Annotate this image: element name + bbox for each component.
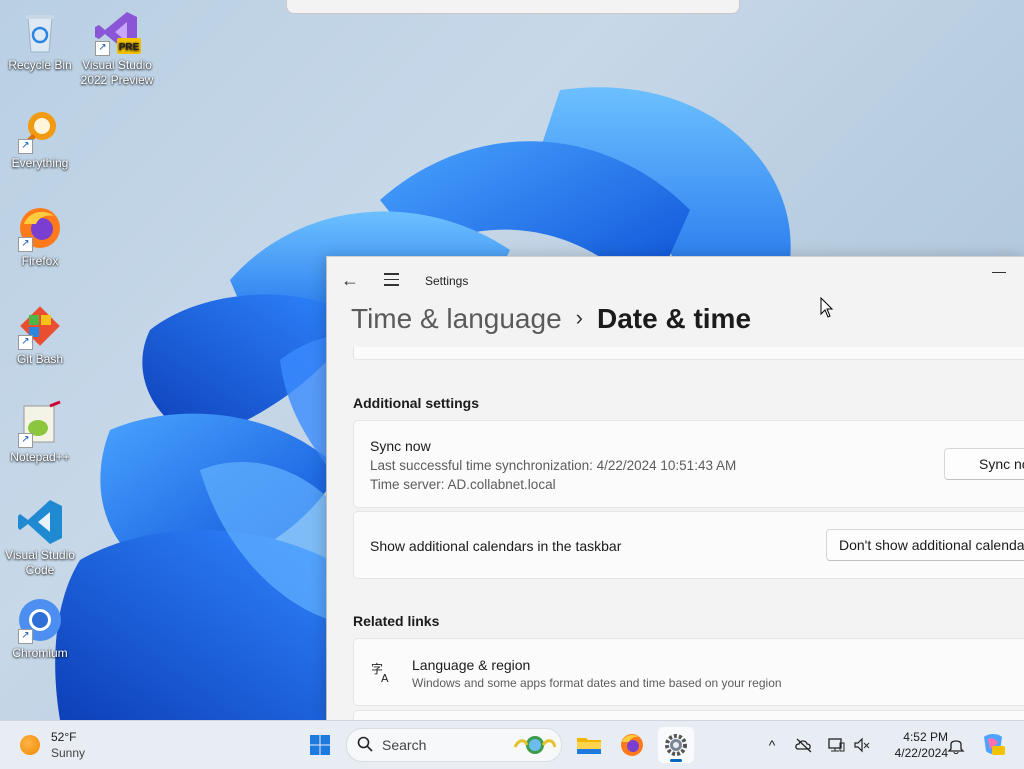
desktop-icon-visual-studio-preview[interactable]: PRE ↗ Visual Studio 2022 Preview <box>77 8 157 88</box>
desktop-icon-label: Everything <box>11 156 69 170</box>
desktop-icon-label: Git Bash <box>16 352 64 366</box>
sync-now-card: Sync now Last successful time synchroniz… <box>353 420 1024 508</box>
search-highlight-icon <box>513 736 557 754</box>
desktop-icon-everything[interactable]: ↗ Everything <box>0 106 80 171</box>
desktop-icon-label: Visual Studio 2022 Preview <box>80 58 154 87</box>
everything-search-icon: ↗ <box>16 106 64 154</box>
clock-date: 4/22/2024 <box>894 746 948 760</box>
notification-bell-icon[interactable] <box>946 735 966 755</box>
desktop-icon-label: Firefox <box>21 254 59 268</box>
start-button[interactable] <box>302 727 338 763</box>
clock-time: 4:52 PM <box>903 730 948 744</box>
search-icon <box>357 736 373 752</box>
language-region-label: Language & region <box>412 657 531 673</box>
desktop-icon-firefox[interactable]: ↗ Firefox <box>0 204 80 269</box>
background-window-edge <box>286 0 740 14</box>
show-hidden-icons-chevron-icon[interactable]: ^ <box>762 735 782 755</box>
network-icon[interactable] <box>826 735 846 755</box>
taskbar-file-explorer[interactable] <box>571 727 607 763</box>
taskbar-clock[interactable]: 4:52 PM 4/22/2024 <box>876 729 948 761</box>
mouse-cursor-icon <box>820 296 834 324</box>
svg-text:PRE: PRE <box>119 42 140 53</box>
page-title: Date & time <box>596 303 752 334</box>
app-title: Settings <box>425 274 469 288</box>
desktop-icon-label: Recycle Bin <box>8 58 72 72</box>
firefox-icon: ↗ <box>16 204 64 252</box>
weather-widget[interactable]: 52°F Sunny <box>18 729 138 763</box>
vscode-icon <box>16 498 64 546</box>
search-placeholder: Search <box>382 737 427 753</box>
shortcut-arrow-icon: ↗ <box>18 335 33 350</box>
weather-condition: Sunny <box>51 746 86 760</box>
chromium-icon: ↗ <box>16 596 64 644</box>
shortcut-arrow-icon: ↗ <box>18 237 33 252</box>
sync-now-button[interactable]: Sync now <box>944 448 1024 480</box>
breadcrumb-separator-icon: › <box>575 305 583 330</box>
settings-icon <box>665 734 687 756</box>
copilot-preview-icon[interactable] <box>980 731 1006 757</box>
sync-now-label: Sync now <box>370 438 431 454</box>
time-server-text: Time server: AD.collabnet.local <box>370 477 556 492</box>
additional-calendars-card: Show additional calendars in the taskbar… <box>353 511 1024 579</box>
shortcut-arrow-icon: ↗ <box>95 41 110 56</box>
desktop-icon-label: Visual Studio Code <box>5 548 75 577</box>
svg-text:A: A <box>381 672 389 683</box>
section-title-additional-settings: Additional settings <box>353 395 479 411</box>
additional-calendars-dropdown[interactable]: Don't show additional calendars <box>826 529 1024 561</box>
language-region-icon: 字 A <box>370 661 392 685</box>
breadcrumb-parent[interactable]: Time & language <box>351 303 562 334</box>
sun-icon <box>20 735 40 755</box>
git-bash-icon: ↗ <box>16 302 64 350</box>
desktop-icon-label: Chromium <box>12 646 68 660</box>
taskbar-firefox[interactable] <box>614 727 650 763</box>
additional-calendars-label: Show additional calendars in the taskbar <box>370 538 622 554</box>
breadcrumb: Time & language › Date & time <box>351 303 751 335</box>
back-button[interactable]: ← <box>339 269 361 291</box>
desktop-icon-recycle-bin[interactable]: Recycle Bin <box>0 8 80 73</box>
language-region-link[interactable]: 字 A Language & region Windows and some a… <box>353 638 1024 706</box>
desktop-icon-chromium[interactable]: ↗ Chromium <box>0 596 80 661</box>
start-icon <box>310 735 330 755</box>
desktop-icon-notepad-plus-plus[interactable]: ↗ Notepad++ <box>0 400 80 465</box>
navigation-menu-button[interactable] <box>379 269 403 291</box>
notepad-plus-plus-icon: ↗ <box>16 400 64 448</box>
taskbar-search-box[interactable]: Search <box>346 728 562 762</box>
desktop-icon-label: Notepad++ <box>10 450 70 464</box>
volume-muted-icon[interactable] <box>852 735 872 755</box>
previous-card-edge <box>353 347 1024 360</box>
taskbar-settings[interactable] <box>658 727 694 763</box>
file-explorer-icon <box>577 738 601 754</box>
active-app-indicator <box>670 759 682 762</box>
taskbar: 52°F Sunny Search ^ 4:52 PM 4/22/2024 <box>0 720 1024 769</box>
onedrive-offline-icon[interactable] <box>794 735 814 755</box>
title-bar: ← Settings — <box>327 257 1024 305</box>
desktop-icon-vscode[interactable]: Visual Studio Code <box>0 498 80 578</box>
visual-studio-preview-icon: PRE ↗ <box>93 8 141 56</box>
firefox-icon <box>621 734 643 756</box>
shortcut-arrow-icon: ↗ <box>18 629 33 644</box>
recycle-bin-icon <box>16 8 64 56</box>
section-title-related-links: Related links <box>353 613 440 629</box>
last-sync-text: Last successful time synchronization: 4/… <box>370 458 737 473</box>
weather-temperature: 52°F <box>51 730 77 744</box>
language-region-desc: Windows and some apps format dates and t… <box>412 676 782 690</box>
desktop-icon-git-bash[interactable]: ↗ Git Bash <box>0 302 80 367</box>
shortcut-arrow-icon: ↗ <box>18 433 33 448</box>
settings-window: ← Settings — Time & language › Date & time… <box>326 256 1024 721</box>
minimize-button[interactable]: — <box>987 261 1011 285</box>
shortcut-arrow-icon: ↗ <box>18 139 33 154</box>
